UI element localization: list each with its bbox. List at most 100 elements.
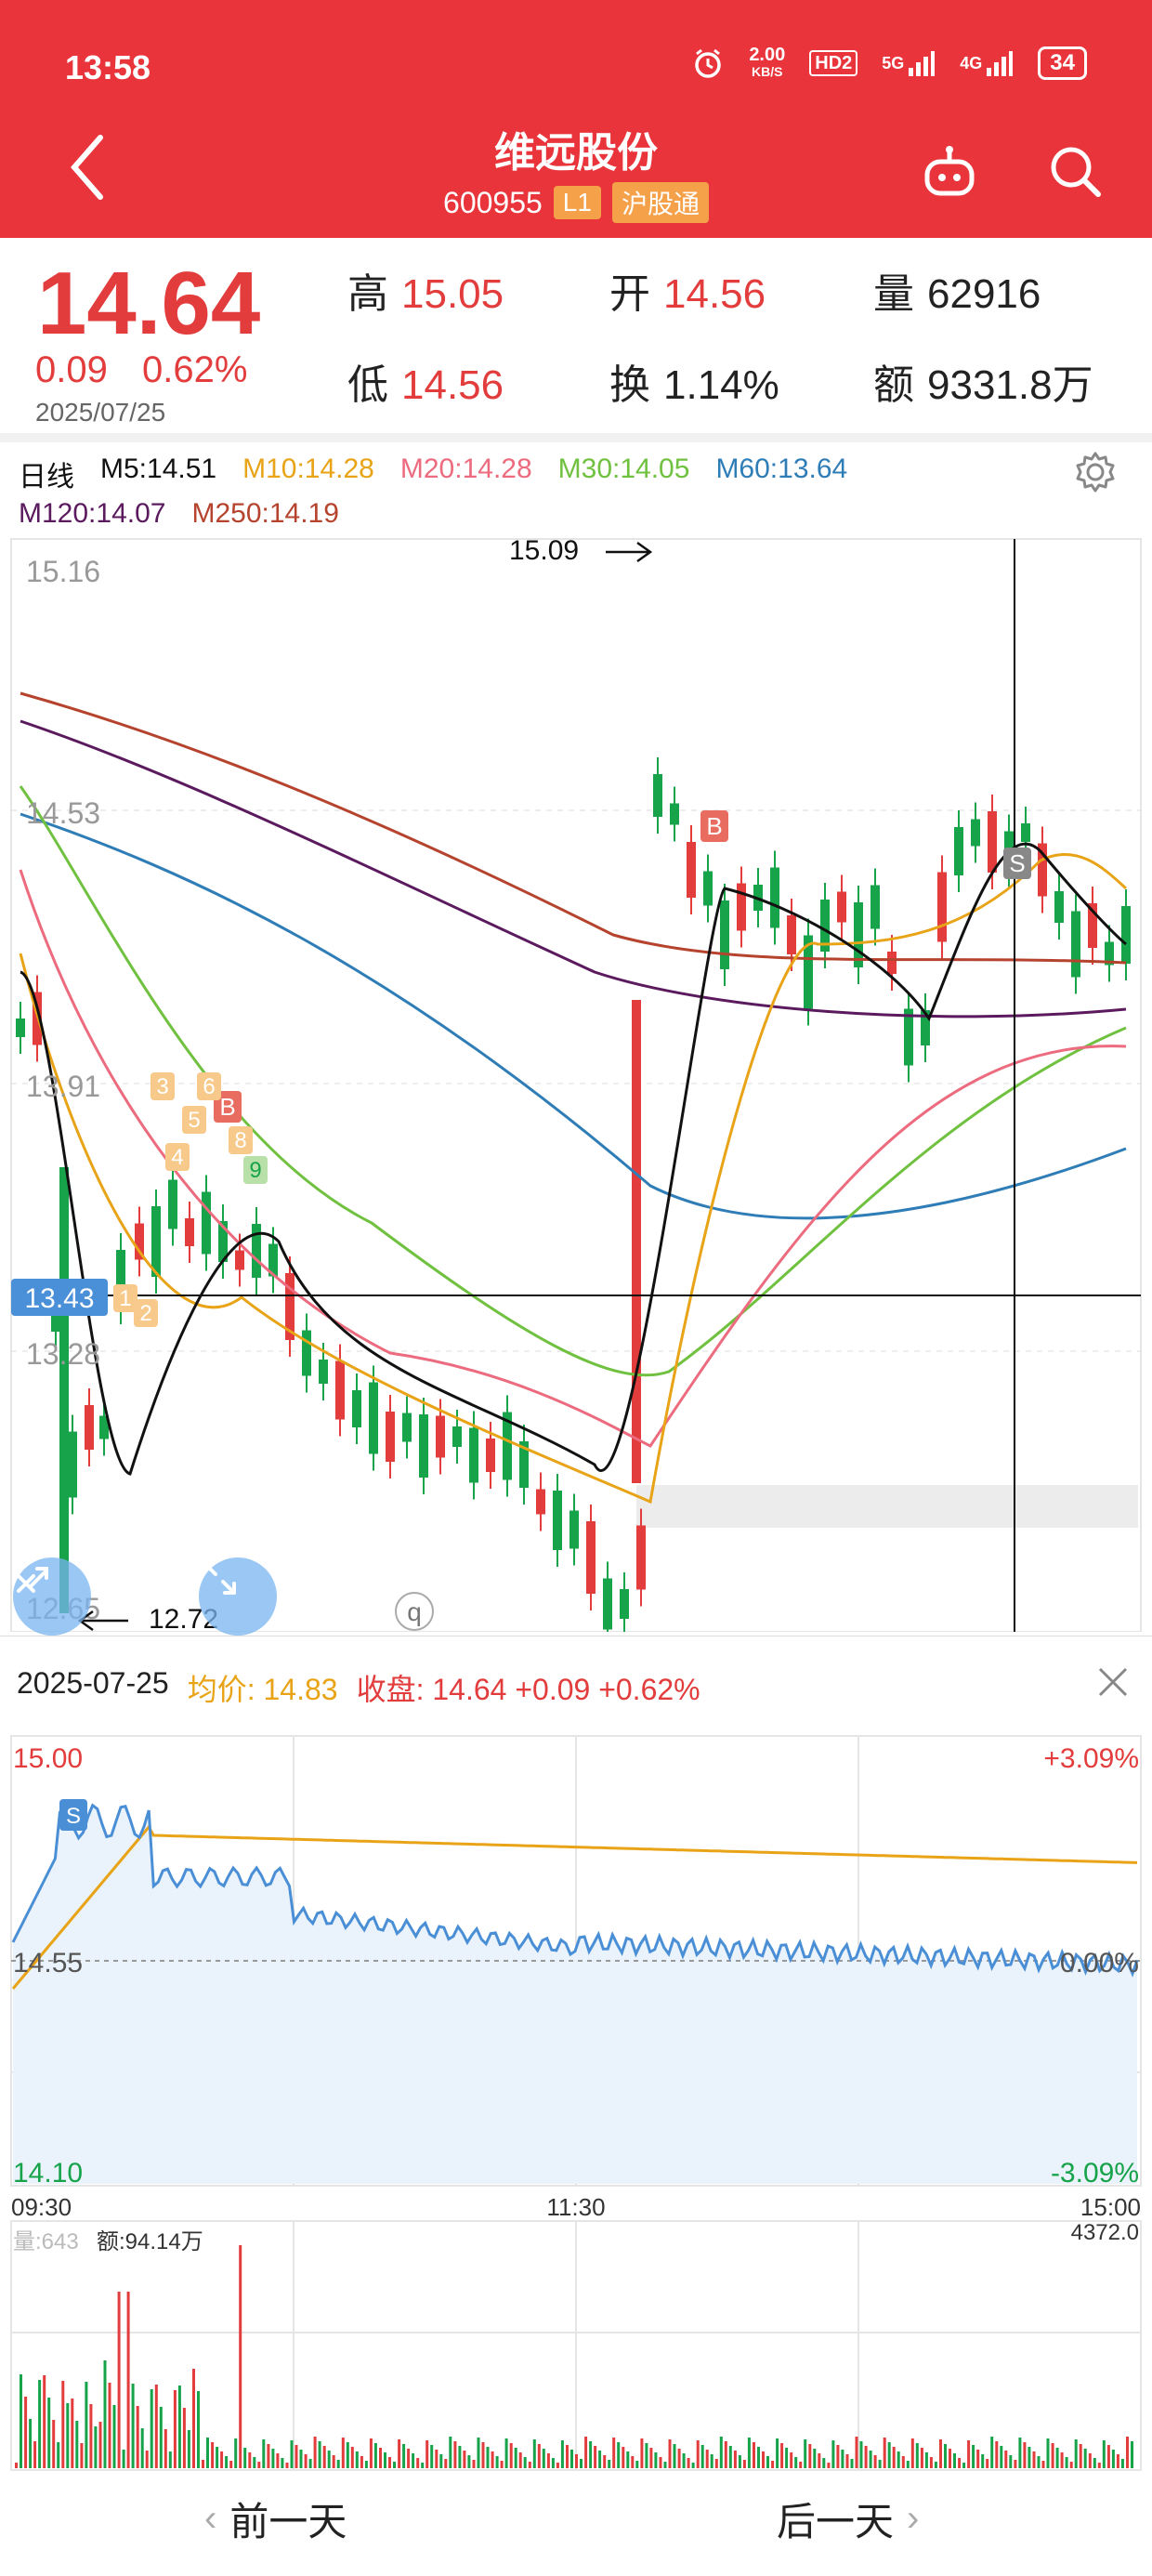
intraday-chart[interactable]: 15.00 14.55 14.10 +3.09% 0.00% -3.09% 09…	[0, 1728, 1152, 2472]
volume-bar	[910, 2438, 914, 2468]
net-speed: 2.00 KB/S	[749, 46, 785, 80]
chevron-right-icon: ›	[907, 2498, 920, 2539]
volume-bar	[327, 2451, 331, 2468]
volume-bar	[304, 2454, 308, 2468]
volume-bar	[57, 2442, 60, 2468]
ma10-label: M10:14.28	[242, 453, 374, 484]
volume-bar	[187, 2430, 190, 2468]
volume-bar	[771, 2461, 775, 2468]
volume-bar	[384, 2452, 386, 2468]
volume-bar	[85, 2382, 88, 2468]
volume-bar	[1004, 2451, 1008, 2468]
volume-bar	[159, 2407, 163, 2468]
ma250-label: M250:14.19	[191, 498, 339, 529]
volume-bar	[845, 2454, 849, 2468]
hd-label: HD2	[815, 52, 853, 73]
volume-bar	[52, 2420, 56, 2468]
volume-bar	[584, 2437, 588, 2468]
intraday-svg: 15.00 14.55 14.10 +3.09% 0.00% -3.09% 09…	[10, 1735, 1142, 2471]
quote-panel: 14.64 0.09 0.62% 2025/07/25 高 15.05 开 14.5…	[0, 238, 1152, 433]
intraday-sell-marker[interactable]: S	[59, 1799, 87, 1831]
volume-bar	[164, 2429, 167, 2468]
volume-bar	[229, 2461, 233, 2468]
expand-button[interactable]	[199, 1557, 277, 1636]
volume-bar	[276, 2453, 280, 2468]
volume-bar	[435, 2450, 439, 2468]
buy-marker-2[interactable]: B	[700, 810, 728, 842]
time-start: 09:30	[11, 2193, 72, 2221]
candle-long	[59, 1167, 69, 1613]
volume-bar	[622, 2447, 625, 2468]
volume-bar	[61, 2381, 65, 2468]
volume-bar	[136, 2406, 139, 2468]
max-arrow	[606, 541, 653, 563]
close-button[interactable]	[1096, 1665, 1130, 1699]
volume-bar	[1041, 2461, 1045, 2468]
candlestick-chart[interactable]: 13.43 15.16 14.53 13.91 13.28 12.65 15.0…	[0, 535, 1152, 1636]
volume-bar	[883, 2438, 886, 2468]
volume-bar	[322, 2446, 326, 2468]
td-sequence: 1 2 3 4 5 6 8 9	[113, 1072, 268, 1327]
search-button[interactable]	[1045, 141, 1105, 201]
volume-bar	[594, 2446, 597, 2468]
next-day-button[interactable]: 后一天 ›	[777, 2491, 919, 2547]
volume-bar	[108, 2383, 111, 2468]
low-value: 14.56	[401, 362, 504, 408]
volume-bar	[551, 2458, 555, 2468]
volume-bar	[267, 2444, 270, 2468]
intraday-y-mid: 14.55	[13, 1948, 83, 1978]
amt-label: 额:94.14万	[97, 2229, 203, 2254]
volume-bar	[360, 2456, 363, 2468]
volume-bar	[742, 2460, 746, 2468]
volume-bar	[168, 2451, 172, 2468]
volume-bar	[150, 2389, 153, 2468]
volume-bar	[453, 2441, 457, 2468]
period-label[interactable]: 日线	[19, 453, 74, 494]
ma-legend-row1: 日线 M5:14.51 M10:14.28 M20:14.28 M30:14.0…	[19, 453, 847, 494]
volume-bar	[430, 2445, 434, 2468]
assistant-button[interactable]	[920, 141, 979, 201]
volume-bar	[570, 2450, 573, 2468]
expand-icon	[203, 1561, 236, 1595]
volume-bar	[728, 2446, 732, 2468]
change-value: 0.09	[35, 349, 108, 390]
amount-cell: 额 9331.8万	[873, 351, 1093, 411]
buy-marker-2-text: B	[706, 812, 722, 840]
volume-bar	[295, 2445, 298, 2468]
volume-bar	[537, 2444, 541, 2468]
volume-bar	[154, 2385, 158, 2468]
chart-frame	[10, 538, 1142, 1632]
volume-bar	[1106, 2445, 1110, 2468]
status-time: 13:58	[65, 48, 151, 86]
volume-bar	[836, 2445, 840, 2468]
net-speed-unit: KB/S	[752, 64, 783, 79]
volume-bar	[398, 2439, 401, 2468]
fast-forward-button[interactable]	[13, 1557, 91, 1636]
volume-bar	[336, 2460, 340, 2468]
td-num-5: 5	[188, 1108, 200, 1133]
volume-bar	[173, 2390, 177, 2468]
volume-bar	[589, 2441, 593, 2468]
volume-bar	[491, 2451, 494, 2468]
volume-bar	[677, 2449, 681, 2468]
volume-bar	[364, 2461, 368, 2468]
volume-bar	[1055, 2448, 1059, 2468]
sell-marker[interactable]: S	[1003, 848, 1031, 879]
change-percent: 0.62%	[141, 349, 248, 390]
volume-bar	[1116, 2454, 1119, 2468]
candlestick-svg: 13.43 15.16 14.53 13.91 13.28 12.65 15.0…	[10, 535, 1142, 1632]
volume-bar	[98, 2422, 102, 2468]
volume-bar	[850, 2459, 854, 2468]
volume-bar	[855, 2437, 858, 2468]
chart-settings-button[interactable]	[1073, 450, 1118, 494]
amount-label: 额	[873, 362, 914, 408]
prev-day-button[interactable]: ‹ 前一天	[204, 2491, 347, 2547]
volume-bar	[724, 2441, 727, 2468]
td-num-9: 9	[249, 1158, 261, 1183]
volume-bar	[967, 2440, 971, 2468]
volume-bar	[290, 2440, 294, 2468]
td-num-6: 6	[203, 1074, 215, 1099]
ma5-label: M5:14.51	[100, 453, 217, 484]
td-num-2: 2	[139, 1301, 151, 1326]
y-label-3: 13.91	[26, 1070, 100, 1103]
